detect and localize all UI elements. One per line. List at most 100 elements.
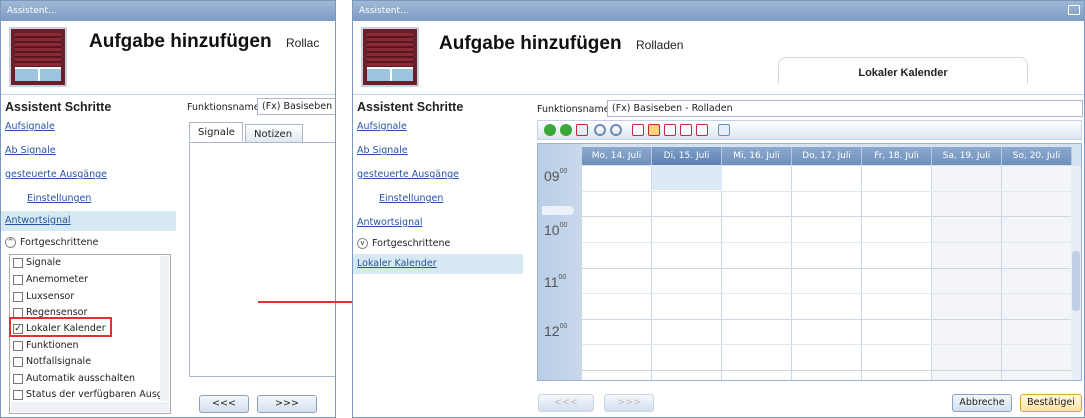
sidebar-link-gesteuerte-ausgaenge[interactable]: gesteuerte Ausgänge	[357, 169, 459, 180]
checkbox-box[interactable]	[13, 389, 23, 400]
sidebar-link-ab-signale[interactable]: Ab Signale	[5, 145, 56, 156]
function-name-label: Funktionsname	[537, 104, 610, 115]
function-name-field[interactable]: (Fx) Basiseben - Rolladen	[607, 100, 1083, 117]
chevron-down-icon: v	[357, 238, 368, 249]
vertical-scrollbar[interactable]	[160, 256, 169, 401]
checkbox-box[interactable]	[13, 340, 23, 351]
nav-forward-icon[interactable]	[560, 124, 572, 136]
calendar-scrollbar[interactable]	[1071, 166, 1081, 380]
hour-label: 1100	[544, 274, 567, 290]
half-hour-line	[582, 242, 1071, 243]
checkbox-label: Anemometer	[26, 274, 89, 285]
sidebar-link-aufsignale[interactable]: Aufsignale	[5, 121, 55, 132]
checkbox-box[interactable]	[13, 307, 23, 318]
window-title: Assistent...	[7, 6, 57, 16]
sidebar-link-antwortsignal[interactable]: Antwortsignal	[357, 217, 423, 228]
time-column: 0900 1000 1100 1200	[538, 144, 582, 380]
checkbox-status-ausgaenge[interactable]: Status der verfügbaren Ausgä	[13, 389, 169, 400]
day-header[interactable]: Di, 15. Juli	[652, 147, 722, 165]
tab-signale[interactable]: Signale	[189, 122, 243, 142]
week-view-icon[interactable]	[664, 124, 676, 136]
timeline-view-icon[interactable]	[696, 124, 708, 136]
half-hour-line	[582, 344, 1071, 345]
checkbox-box[interactable]	[13, 373, 23, 384]
checkbox-luxsensor[interactable]: Luxsensor	[13, 291, 74, 302]
zoom-out-icon[interactable]	[610, 124, 622, 136]
window-titlebar[interactable]: Assistent...	[353, 1, 1084, 21]
chevron-up-icon: ^	[5, 237, 16, 248]
checkbox-box[interactable]	[13, 257, 23, 268]
selected-time-slot[interactable]	[652, 165, 722, 190]
settings-icon[interactable]	[718, 124, 730, 136]
highlight-box	[9, 317, 112, 337]
window-titlebar[interactable]: Assistent...	[1, 1, 335, 21]
day-column[interactable]	[652, 166, 722, 380]
advanced-toggle[interactable]: ^ Fortgeschrittene	[5, 237, 98, 248]
checkbox-label: Signale	[26, 257, 62, 268]
back-button[interactable]: <<<	[199, 395, 249, 413]
page-title: Aufgabe hinzufügen	[89, 31, 272, 52]
confirm-button[interactable]: Bestätigei	[1020, 394, 1082, 412]
hour-line	[582, 268, 1071, 269]
next-button[interactable]: >>>	[604, 394, 654, 412]
checkbox-label: Funktionen	[26, 340, 79, 351]
scrollbar-thumb[interactable]	[1072, 251, 1080, 311]
horizontal-scrollbar[interactable]	[11, 402, 169, 412]
page-subtitle: Rollac	[286, 36, 320, 50]
checkbox-notfallsignale[interactable]: Notfallsignale	[13, 356, 91, 367]
day-header[interactable]: Mi, 16. Juli	[722, 147, 792, 165]
day-header[interactable]: Mo, 14. Juli	[582, 147, 652, 165]
current-time-marker	[542, 206, 574, 215]
day-header[interactable]: Sa, 19. Juli	[932, 147, 1002, 165]
day-header[interactable]: Do, 17. Juli	[792, 147, 862, 165]
day-header[interactable]: Fr, 18. Juli	[862, 147, 932, 165]
day-header[interactable]: So, 20. Juli	[1002, 147, 1072, 165]
day-column[interactable]	[792, 166, 862, 380]
nav-back-icon[interactable]	[544, 124, 556, 136]
checkbox-box[interactable]	[13, 356, 23, 367]
sidebar-link-gesteuerte-ausgaenge[interactable]: gesteuerte Ausgänge	[5, 169, 107, 180]
today-icon[interactable]	[576, 124, 588, 136]
week-calendar[interactable]: 0900 1000 1100 1200 Mo, 14. Juli Di, 15.…	[537, 143, 1082, 381]
month-view-icon[interactable]	[680, 124, 692, 136]
sidebar-title: Assistent Schritte	[5, 100, 112, 114]
sidebar-link-einstellungen[interactable]: Einstellungen	[379, 193, 443, 204]
day-column[interactable]	[582, 166, 652, 380]
checkbox-box[interactable]	[13, 291, 23, 302]
tab-lokaler-kalender[interactable]: Lokaler Kalender	[778, 57, 1028, 84]
hour-label: 0900	[544, 168, 568, 184]
day-column[interactable]	[722, 166, 792, 380]
cancel-button[interactable]: Abbreche	[952, 394, 1012, 412]
tab-notizen[interactable]: Notizen	[245, 124, 303, 144]
function-name-field[interactable]: (Fx) Basiseben -	[257, 98, 335, 115]
checkbox-label: Status der verfügbaren Ausgä	[26, 389, 169, 400]
hour-line	[582, 319, 1071, 320]
checkbox-funktionen[interactable]: Funktionen	[13, 340, 79, 351]
hour-label: 1000	[544, 222, 568, 238]
sidebar-link-aufsignale[interactable]: Aufsignale	[357, 121, 407, 132]
calendar-toolbar	[537, 120, 1082, 140]
zoom-in-icon[interactable]	[594, 124, 606, 136]
signals-panel	[189, 142, 335, 377]
day-column[interactable]	[862, 166, 932, 380]
next-button[interactable]: >>>	[257, 395, 317, 413]
advanced-label: Fortgeschrittene	[20, 237, 99, 248]
workweek-view-icon[interactable]	[648, 124, 660, 136]
checkbox-automatik-ausschalten[interactable]: Automatik ausschalten	[13, 373, 135, 384]
maximize-icon[interactable]	[1068, 5, 1080, 15]
day-column[interactable]	[932, 166, 1002, 380]
day-column[interactable]	[1002, 166, 1073, 380]
checkbox-anemometer[interactable]: Anemometer	[13, 274, 88, 285]
hour-line	[582, 216, 1071, 217]
advanced-toggle[interactable]: v Fortgeschrittene	[357, 238, 450, 249]
checkbox-box[interactable]	[13, 274, 23, 285]
hour-line	[582, 370, 1071, 371]
page-title: Aufgabe hinzufügen	[439, 33, 622, 54]
sidebar-link-lokaler-kalender[interactable]: Lokaler Kalender	[357, 258, 437, 269]
sidebar-link-einstellungen[interactable]: Einstellungen	[27, 193, 91, 204]
back-button[interactable]: <<<	[538, 394, 594, 412]
day-view-icon[interactable]	[632, 124, 644, 136]
sidebar-link-ab-signale[interactable]: Ab Signale	[357, 145, 408, 156]
checkbox-signale[interactable]: Signale	[13, 257, 61, 268]
sidebar-link-antwortsignal[interactable]: Antwortsignal	[5, 215, 71, 226]
